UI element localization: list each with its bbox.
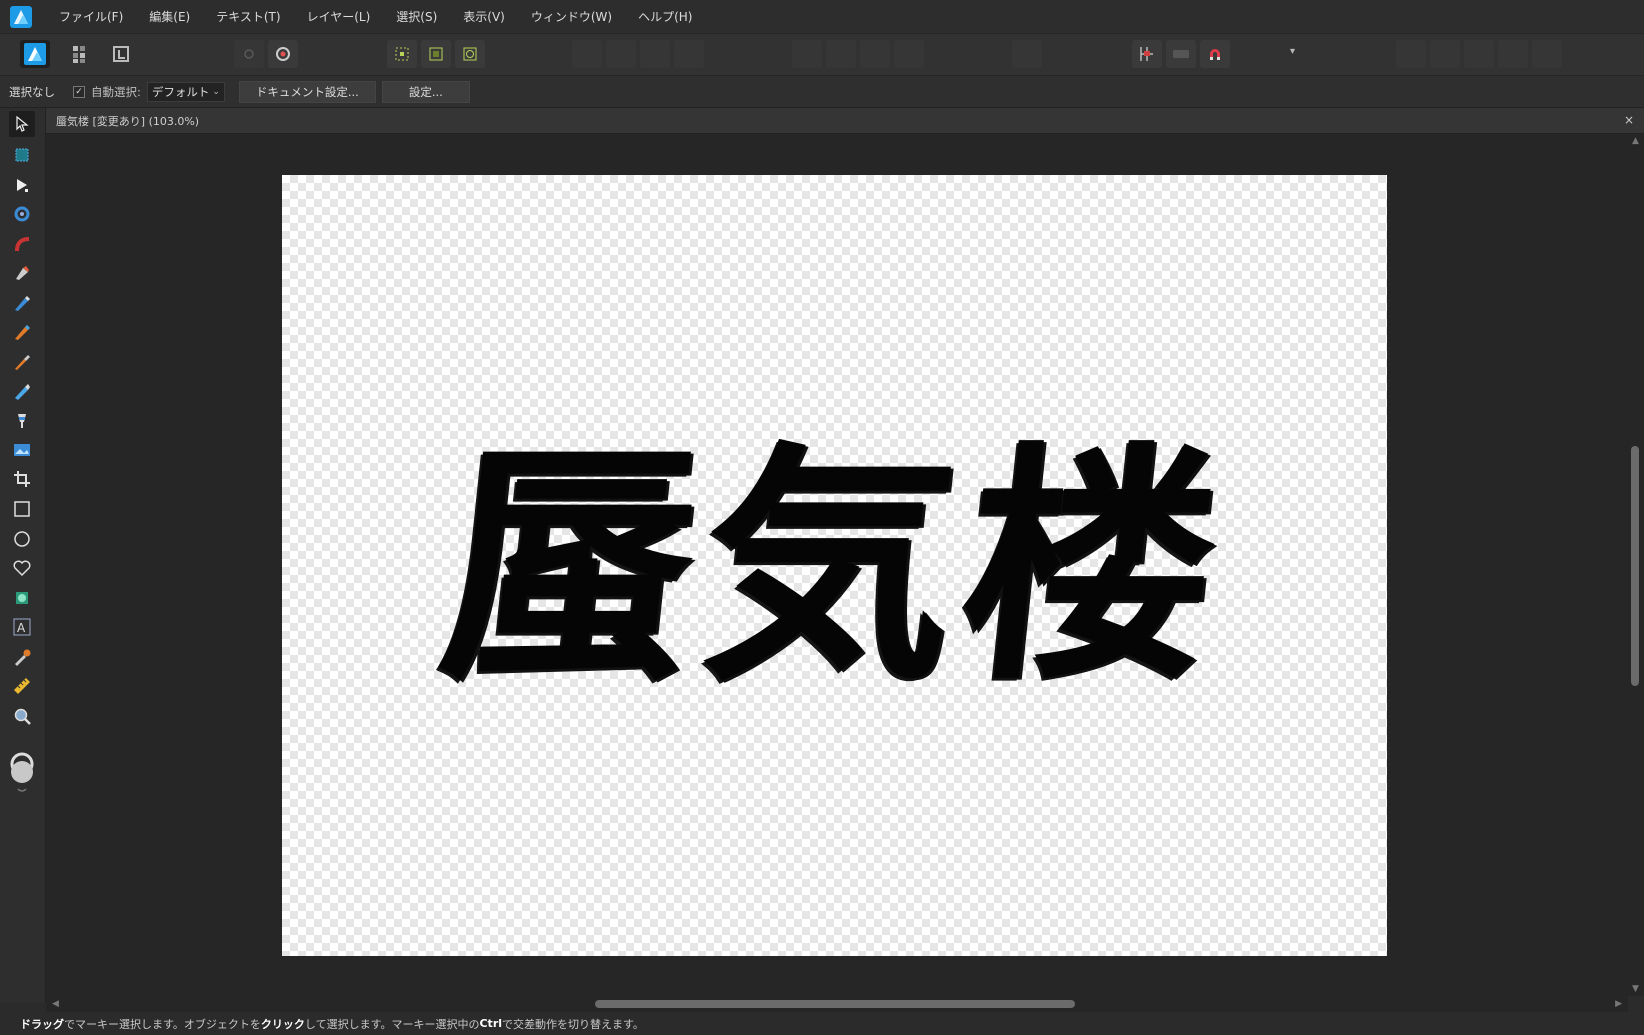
horizontal-scroll-thumb[interactable] [595,1000,1075,1008]
pencil-tool-icon[interactable] [9,290,35,316]
rotate-right-icon[interactable] [894,40,924,68]
artwork-text: 蜃気楼 [429,418,1240,713]
context-toolbar: 選択なし ✓ 自動選択: デフォルト ⌄ ドキュメント設定... 設定... [0,76,1644,108]
scroll-down-arrow-icon[interactable]: ▼ [1632,984,1639,994]
color-picker-icon[interactable] [9,644,35,670]
horizontal-scrollbar[interactable]: ◀ ▶ [46,996,1628,1012]
chevron-down-icon: ⌄ [212,86,220,97]
settings-button[interactable]: 設定... [381,80,470,103]
toggle-guides-icon[interactable] [1166,40,1196,68]
move-back-icon[interactable] [606,40,636,68]
menu-select[interactable]: 選択(S) [383,8,450,25]
pen-tool-icon[interactable] [9,260,35,286]
text-tool-icon[interactable]: A [9,614,35,640]
vertical-scroll-thumb[interactable] [1631,446,1639,686]
boolean-xor-icon[interactable] [1498,40,1528,68]
corner-tool-icon[interactable] [9,201,35,227]
document-canvas[interactable]: 蜃気楼 [282,175,1387,956]
move-bottom-icon[interactable] [674,40,704,68]
scroll-right-arrow-icon[interactable]: ▶ [1615,999,1622,1009]
menu-window[interactable]: ウィンドウ(W) [518,8,625,25]
scroll-left-arrow-icon[interactable]: ◀ [52,999,59,1009]
document-tab[interactable]: 蜃気楼 [変更あり] (103.0%) × [46,108,1644,134]
auto-select-checkbox[interactable]: ✓ [73,85,85,98]
status-drag: ドラッグ [20,1017,64,1031]
paint-brush-icon[interactable] [9,349,35,375]
transform-mode-icon[interactable] [387,40,417,68]
menu-help[interactable]: ヘルプ(H) [625,8,705,25]
boolean-add-icon[interactable] [1396,40,1426,68]
move-tool-icon[interactable] [9,111,35,137]
snap-to-grid-icon[interactable] [1132,40,1162,68]
shape-tool-icon[interactable] [9,555,35,581]
selection-status: 選択なし [9,84,55,99]
menu-file[interactable]: ファイル(F) [46,8,136,25]
boolean-divide-icon[interactable] [1532,40,1562,68]
menu-text[interactable]: テキスト(T) [203,8,293,25]
tools-panel: A [0,108,46,1003]
move-forward-icon[interactable] [572,40,602,68]
vertical-scrollbar[interactable]: ▲ ▼ [1628,134,1644,996]
workspace: 蜃気楼 [46,134,1628,996]
snapping-magnet-icon[interactable] [1200,40,1230,68]
flip-vertical-icon[interactable] [826,40,856,68]
point-transform-icon[interactable] [9,231,35,257]
auto-select-label: 自動選択: [91,84,141,99]
auto-select-value: デフォルト [151,84,210,99]
align-icon[interactable] [1012,40,1042,68]
boolean-subtract-icon[interactable] [1430,40,1460,68]
affinity-designer-logo-icon[interactable] [10,5,32,28]
move-front-icon[interactable] [640,40,670,68]
ellipse-tool-icon[interactable] [9,526,35,552]
scroll-up-arrow-icon[interactable]: ▲ [1632,136,1639,146]
snapping-settings-icon[interactable] [268,40,298,68]
flip-horizontal-icon[interactable] [792,40,822,68]
zoom-tool-icon[interactable] [9,703,35,729]
color-swatch-icon[interactable] [10,748,34,794]
measure-tool-icon[interactable] [9,673,35,699]
status-text-2: して選択します。マーキー選択中の [304,1017,480,1031]
node-tool-icon[interactable] [9,172,35,198]
selection-box-icon[interactable] [421,40,451,68]
boolean-intersect-icon[interactable] [1464,40,1494,68]
menu-bar: ファイル(F) 編集(E) テキスト(T) レイヤー(L) 選択(S) 表示(V… [0,0,1644,34]
main-toolbar: ▾ [0,34,1644,76]
designer-persona-icon[interactable] [20,40,50,68]
menu-layer[interactable]: レイヤー(L) [294,8,384,25]
calligraphy-artwork[interactable]: 蜃気楼 [282,175,1387,956]
svg-text:A: A [17,621,26,635]
document-settings-button[interactable]: ドキュメント設定... [238,80,376,103]
place-image-icon[interactable] [9,437,35,463]
status-text-3: で交差動作を切り替えます。 [502,1017,644,1031]
status-text-1: でマーキー選択します。オブジェクトを [64,1017,261,1031]
close-icon[interactable]: × [1624,113,1634,127]
rectangle-tool-icon[interactable] [9,496,35,522]
vector-brush-icon[interactable] [9,319,35,345]
status-bar: ドラッグ でマーキー選択します。オブジェクトを クリック して選択します。マーキ… [0,1012,1644,1035]
rotate-left-icon[interactable] [860,40,890,68]
export-persona-icon[interactable] [106,40,136,68]
status-ctrl: Ctrl [479,1017,503,1030]
auto-select-dropdown[interactable]: デフォルト ⌄ [146,81,225,102]
artboard-tool-icon[interactable] [9,142,35,168]
snapping-dropdown-chevron-icon[interactable]: ▾ [1290,46,1295,57]
document-title: 蜃気楼 [変更あり] (103.0%) [56,114,200,128]
view-mode-icon[interactable] [234,40,264,68]
transparency-tool-icon[interactable] [9,408,35,434]
menu-edit[interactable]: 編集(E) [136,8,203,25]
status-click: クリック [260,1017,305,1031]
crop-tool-icon[interactable] [9,466,35,492]
boundary-mode-icon[interactable] [455,40,485,68]
fill-tool-icon[interactable] [9,378,35,404]
shape-builder-icon[interactable] [9,585,35,611]
menu-view[interactable]: 表示(V) [450,8,518,25]
pixel-persona-icon[interactable] [66,40,96,68]
